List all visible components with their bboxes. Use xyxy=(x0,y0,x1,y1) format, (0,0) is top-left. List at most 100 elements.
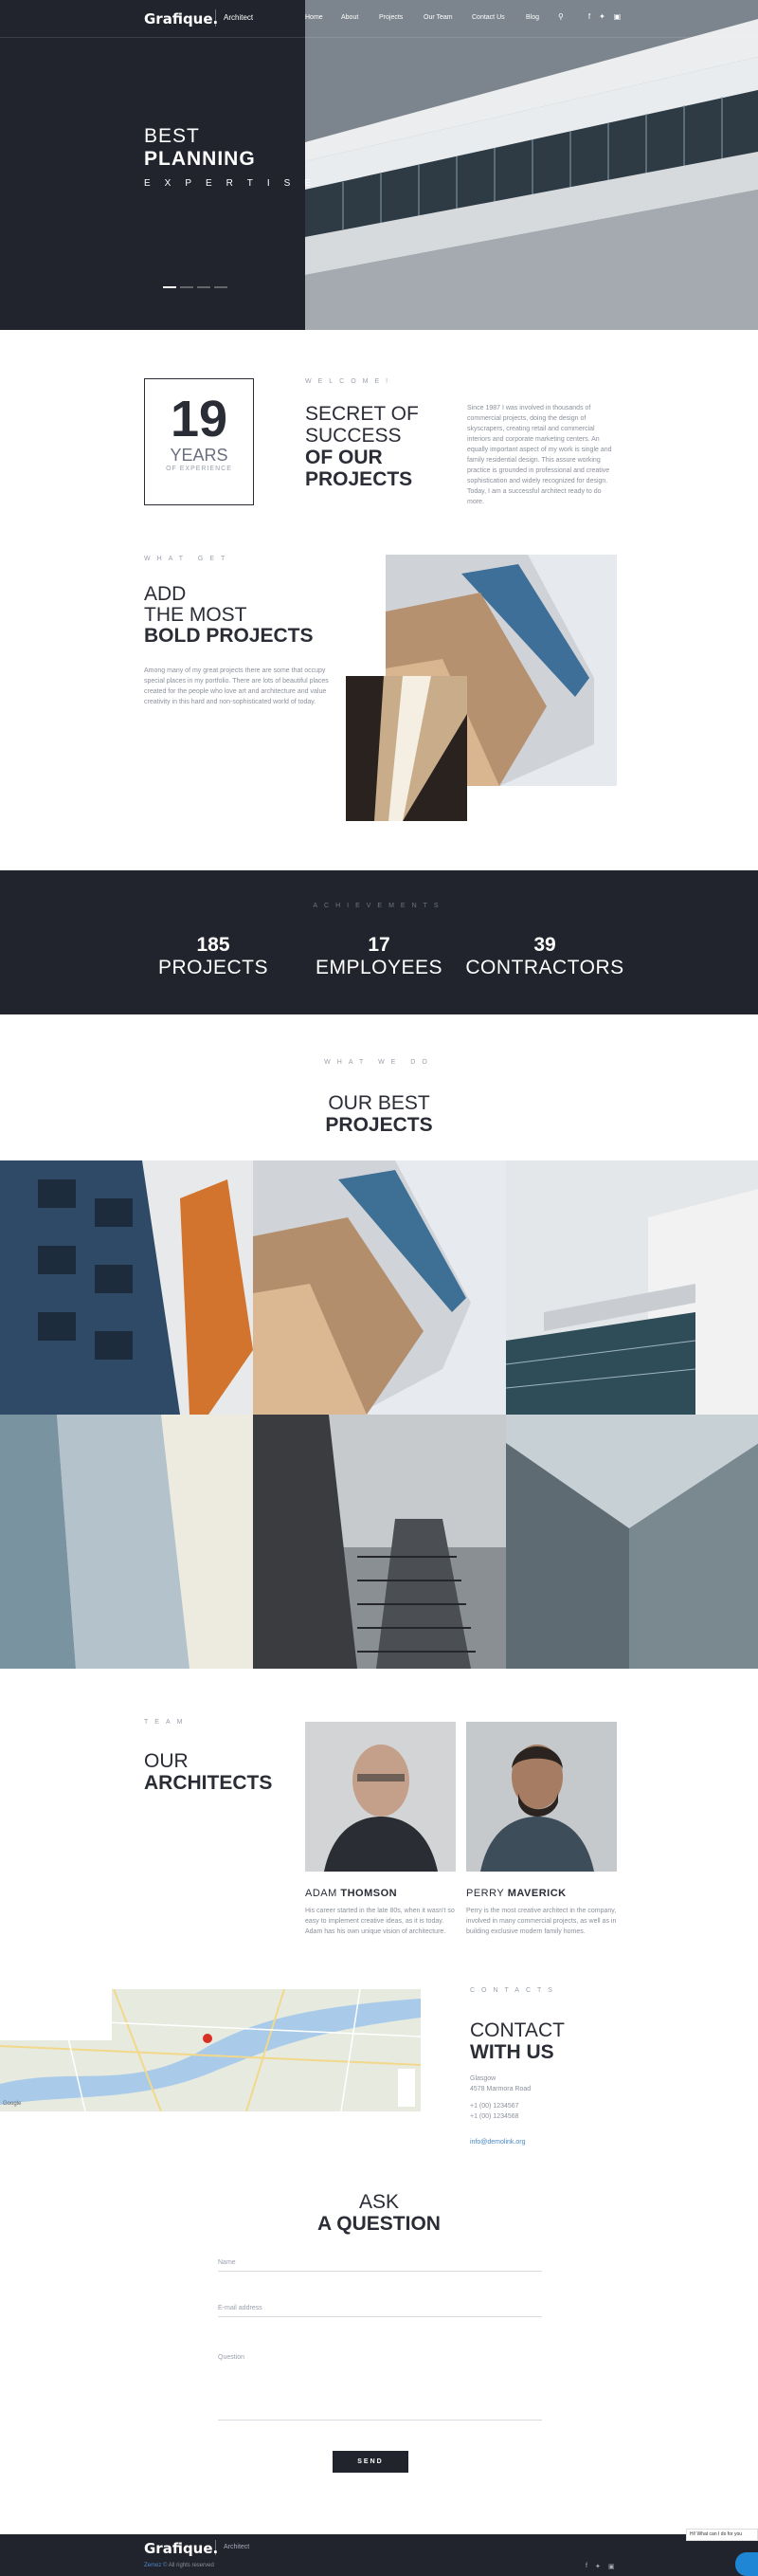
site-logo[interactable]: Grafique. xyxy=(144,10,218,27)
stat-number: 39 xyxy=(533,934,556,956)
projects-label: WHAT WE DO xyxy=(324,1059,434,1066)
team-title: OUR ARCHITECTS xyxy=(144,1750,272,1794)
footer-social-icons: f ✦ ▣ xyxy=(586,2563,614,2570)
project-photo[interactable] xyxy=(506,1415,758,1669)
nav-item-contact[interactable]: Contact Us xyxy=(472,14,505,21)
phone-line[interactable]: +1 (00) 1234568 xyxy=(470,2111,531,2122)
title-light-line: SUCCESS xyxy=(305,425,402,447)
slider-pagination xyxy=(163,286,227,288)
years-experience-box: 19 YEARS OF EXPERIENCE xyxy=(144,378,254,505)
achievements-section: ACHIEVEMENTS 185 PROJECTS 17 EMPLOYEES 3… xyxy=(0,870,758,1014)
hero-heading: BEST PLANNING EXPERTISE xyxy=(144,125,325,189)
contact-title: CONTACT WITH US xyxy=(470,2019,565,2063)
title-light-line: CONTACT xyxy=(470,2019,565,2041)
bold-projects-paragraph: Among many of my great projects there ar… xyxy=(144,667,329,705)
hero-section: Grafique. Architect Home About Projects … xyxy=(0,0,758,330)
stat-number: 185 xyxy=(196,934,230,956)
member-photo-perry[interactable] xyxy=(466,1722,617,1872)
project-photo[interactable] xyxy=(0,1160,253,1415)
copyright: Zemez © All rights reserved xyxy=(144,2563,214,2568)
map-attribution: Google xyxy=(3,2101,22,2107)
stat-employees: 17 EMPLOYEES xyxy=(294,934,464,979)
title-bold-line: A QUESTION xyxy=(317,2213,441,2235)
title-light-line: ADD xyxy=(144,583,187,605)
hero-line-1: BEST xyxy=(144,125,200,147)
years-subtitle: OF EXPERIENCE xyxy=(166,466,232,472)
hero-building-photo xyxy=(305,0,758,330)
contact-details: Glasgow 4578 Marmora Road +1 (00) 123456… xyxy=(470,2074,531,2122)
member-photo-adam[interactable] xyxy=(305,1722,456,1872)
instagram-icon[interactable]: ▣ xyxy=(614,12,622,21)
stat-number: 17 xyxy=(368,934,390,956)
stat-label: PROJECTS xyxy=(157,957,268,978)
twitter-icon[interactable]: ✦ xyxy=(595,2563,601,2570)
nav-item-projects[interactable]: Projects xyxy=(379,14,403,21)
search-icon[interactable]: ⚲ xyxy=(558,12,564,21)
title-light-line: THE MOST xyxy=(144,604,247,626)
name-field[interactable]: Name xyxy=(218,2259,542,2272)
nav-item-blog[interactable]: Blog xyxy=(526,14,539,21)
title-bold-line: WITH US xyxy=(470,2041,554,2063)
years-number: 19 xyxy=(170,391,228,448)
welcome-title: SECRET OF SUCCESS OF OUR PROJECTS xyxy=(305,403,419,490)
stat-label: CONTRACTORS xyxy=(465,957,624,978)
email-field[interactable]: E-mail address xyxy=(218,2305,542,2317)
top-navigation-bar: Grafique. Architect Home About Projects … xyxy=(0,0,758,38)
title-bold-line: PROJECTS xyxy=(305,468,413,490)
bold-projects-title: ADD THE MOST BOLD PROJECTS xyxy=(144,584,314,647)
logo-subtitle: Architect xyxy=(215,9,253,27)
member-bio-adam: His career started in the late 80s, when… xyxy=(305,1908,455,1935)
achievements-label: ACHIEVEMENTS xyxy=(313,903,445,909)
twitter-icon[interactable]: ✦ xyxy=(599,12,605,21)
question-field[interactable]: Question xyxy=(218,2354,542,2421)
welcome-paragraph: Since 1987 I was involved in thousands o… xyxy=(467,405,612,505)
member-bio-perry: Perry is the most creative architect in … xyxy=(466,1908,617,1935)
project-photo[interactable] xyxy=(506,1160,758,1415)
facebook-icon[interactable]: f xyxy=(586,2563,587,2570)
slider-dot[interactable] xyxy=(214,286,227,288)
main-nav: Home About Projects Our Team Contact Us … xyxy=(305,14,539,24)
hero-line-2: PLANNING xyxy=(144,148,256,170)
whatget-label: WHAT GET xyxy=(144,556,232,562)
chat-widget-button[interactable] xyxy=(735,2552,758,2576)
title-light-line: SECRET OF xyxy=(305,403,419,425)
project-photo[interactable] xyxy=(253,1415,506,1669)
building-photo-small xyxy=(346,676,467,821)
copyright-brand[interactable]: Zemez © xyxy=(144,2563,167,2568)
title-bold-line: OF OUR xyxy=(305,447,383,468)
hero-line-3: EXPERTISE xyxy=(144,178,325,189)
slider-dot[interactable] xyxy=(163,286,176,288)
copyright-text: All rights reserved xyxy=(168,2563,214,2568)
slider-dot[interactable] xyxy=(197,286,210,288)
welcome-label: WELCOME! xyxy=(305,378,395,385)
nav-item-about[interactable]: About xyxy=(341,14,358,21)
title-light-line: OUR BEST xyxy=(328,1092,430,1114)
footer: Grafique. Architect Zemez © All rights r… xyxy=(0,2534,758,2576)
instagram-icon[interactable]: ▣ xyxy=(608,2563,615,2570)
stat-contractors: 39 CONTRACTORS xyxy=(460,934,630,979)
stat-projects: 185 PROJECTS xyxy=(128,934,298,979)
projects-gallery xyxy=(0,1160,758,1669)
project-photo[interactable] xyxy=(253,1160,506,1415)
ask-title: ASK A QUESTION xyxy=(0,2191,758,2235)
header-icons: ⚲ f ✦ ▣ xyxy=(558,12,621,21)
chat-tooltip: Hi! What can I do for you xyxy=(686,2529,758,2541)
phone-line[interactable]: +1 (00) 1234567 xyxy=(470,2101,531,2111)
send-button[interactable]: SEND xyxy=(333,2451,408,2473)
location-map[interactable]: Google xyxy=(0,1989,421,2111)
footer-logo[interactable]: Grafique. xyxy=(144,2540,218,2557)
title-light-line: ASK xyxy=(358,2191,400,2213)
slider-dot[interactable] xyxy=(180,286,193,288)
team-label: TEAM xyxy=(144,1719,190,1726)
title-light-line: OUR xyxy=(144,1750,189,1772)
project-photo[interactable] xyxy=(0,1415,253,1669)
nav-item-home[interactable]: Home xyxy=(305,14,323,21)
nav-item-team[interactable]: Our Team xyxy=(424,14,453,21)
facebook-icon[interactable]: f xyxy=(588,12,590,21)
title-bold-line: PROJECTS xyxy=(325,1114,433,1136)
email-link[interactable]: info@demolink.org xyxy=(470,2139,525,2146)
footer-logo-subtitle: Architect xyxy=(215,2540,249,2555)
member-name-perry: PERRY MAVERICK xyxy=(466,1888,567,1899)
title-bold-line: BOLD PROJECTS xyxy=(144,625,314,647)
address-line: 4578 Marmora Road xyxy=(470,2086,532,2092)
